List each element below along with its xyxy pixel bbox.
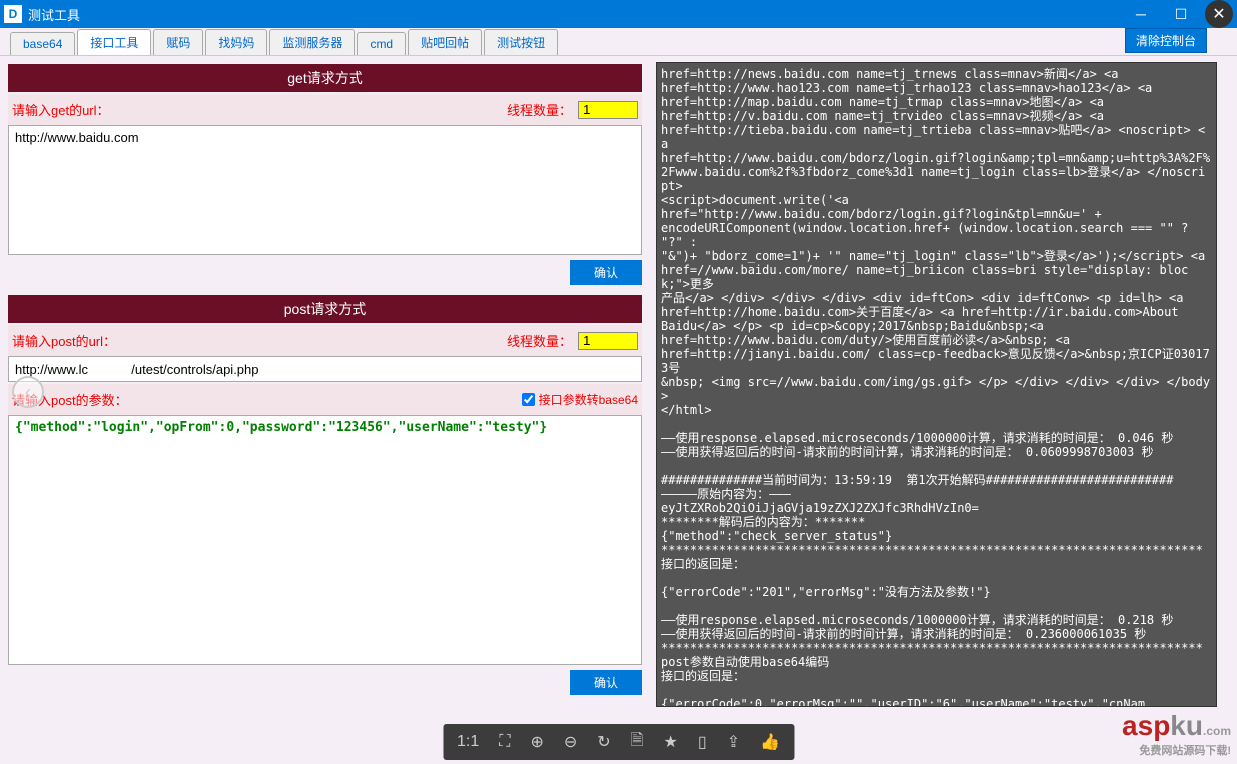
rotate-icon[interactable]: ↻ [597, 732, 610, 752]
clear-console-button[interactable]: 清除控制台 [1125, 28, 1207, 53]
get-section-header: get请求方式 [8, 64, 642, 92]
tab-base64[interactable]: base64 [10, 32, 75, 55]
like-icon[interactable]: 👍 [760, 732, 780, 752]
base64-checkbox-label: 接口参数转base64 [539, 391, 638, 408]
share-icon[interactable]: ⇪ [727, 732, 740, 752]
get-url-label: 请输入get的url： [12, 100, 507, 119]
post-param-label: 请输入post的参数： [12, 390, 522, 409]
bookmark-icon[interactable]: ★ [664, 732, 678, 752]
post-url-input[interactable] [8, 356, 642, 382]
post-thread-input[interactable] [578, 332, 638, 350]
app-logo: D [4, 5, 22, 23]
fit-screen-icon[interactable]: ⛶ [499, 733, 510, 751]
zoom-out-icon[interactable]: ⊖ [564, 732, 577, 752]
tab-fuma[interactable]: 赋码 [153, 29, 203, 55]
window-title: 测试工具 [28, 5, 1121, 24]
zoom-in-icon[interactable]: ⊕ [530, 732, 543, 752]
maximize-button[interactable]: ☐ [1161, 0, 1201, 28]
post-param-input[interactable]: {"method":"login","opFrom":0,"password":… [8, 415, 642, 665]
get-thread-label: 线程数量： [507, 100, 572, 119]
tab-bar: base64 接口工具 赋码 找妈妈 监测服务器 cmd 贴吧回帖 测试按钮 清… [0, 28, 1237, 56]
watermark: aspku.com 免费网站源码下载! [1122, 710, 1231, 758]
post-confirm-button[interactable]: 确认 [570, 670, 642, 695]
post-section-header: post请求方式 [8, 295, 642, 323]
prev-arrow-icon[interactable]: ‹ [12, 376, 44, 408]
left-panel: get请求方式 请输入get的url： 线程数量： http://www.bai… [0, 56, 650, 764]
close-button[interactable]: ✕ [1205, 0, 1233, 28]
viewer-toolbar: 1:1 ⛶ ⊕ ⊖ ↻ 🗎 ★ ▯ ⇪ 👍 [443, 724, 794, 760]
tab-zhaomama[interactable]: 找妈妈 [205, 29, 267, 55]
save-icon[interactable]: 🗎 [631, 729, 644, 756]
tab-tieba[interactable]: 贴吧回帖 [408, 29, 482, 55]
tab-cmd[interactable]: cmd [357, 32, 406, 55]
get-thread-input[interactable] [578, 101, 638, 119]
post-url-label: 请输入post的url： [12, 331, 507, 350]
console-output[interactable]: href=http://news.baidu.com name=tj_trnew… [656, 62, 1217, 707]
titlebar: D 测试工具 ─ ☐ ✕ [0, 0, 1237, 28]
base64-checkbox[interactable] [522, 393, 535, 406]
tab-interface-tool[interactable]: 接口工具 [77, 29, 151, 55]
tablet-icon[interactable]: ▯ [698, 732, 707, 752]
tab-monitor-server[interactable]: 监测服务器 [269, 29, 355, 55]
get-confirm-button[interactable]: 确认 [570, 260, 642, 285]
right-panel: href=http://news.baidu.com name=tj_trnew… [650, 56, 1237, 764]
zoom-ratio-label: 1:1 [457, 733, 479, 751]
post-thread-label: 线程数量： [507, 331, 572, 350]
minimize-button[interactable]: ─ [1121, 0, 1161, 28]
tab-test-button[interactable]: 测试按钮 [484, 29, 558, 55]
get-url-input[interactable]: http://www.baidu.com [8, 125, 642, 255]
